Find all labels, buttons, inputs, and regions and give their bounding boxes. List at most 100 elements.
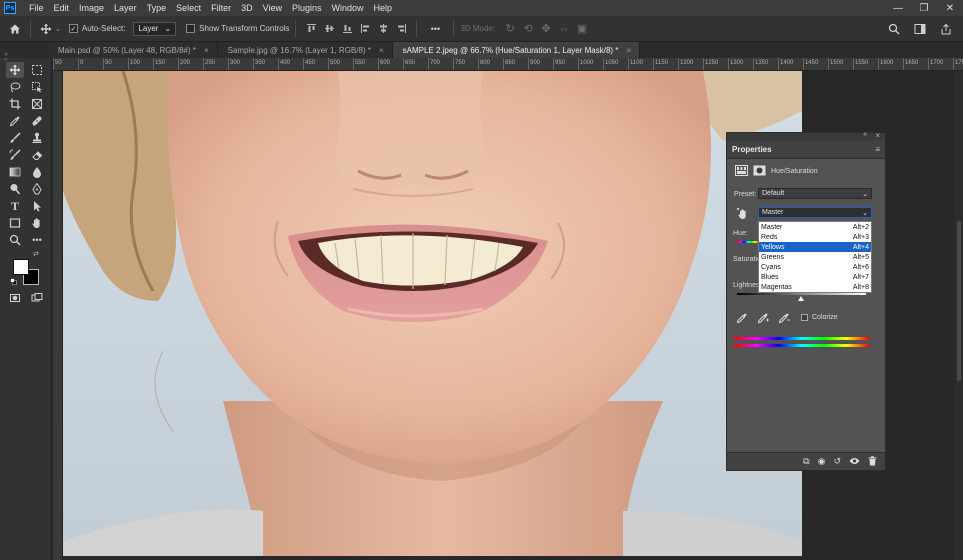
visibility-eye-icon[interactable] [849, 457, 860, 467]
auto-select-dropdown[interactable]: Layer ⌄ [133, 21, 177, 36]
rectangle-tool-icon[interactable] [6, 215, 24, 231]
auto-select-checkbox[interactable]: ✓ Auto-Select: [68, 24, 125, 33]
frame-tool-icon[interactable] [28, 96, 46, 112]
dodge-tool-icon[interactable] [6, 181, 24, 197]
document-image[interactable] [63, 71, 802, 556]
default-colors-icon[interactable] [10, 277, 17, 285]
channel-option-cyans[interactable]: Cyans Alt+6 [759, 262, 871, 272]
edit-toolbar-icon[interactable]: ••• [28, 232, 46, 248]
more-options-icon[interactable]: ••• [423, 20, 447, 38]
panel-menu-icon[interactable]: ≡ [875, 145, 880, 154]
clip-to-layer-icon[interactable]: ⧉ [803, 456, 809, 467]
lightness-slider-track[interactable] [737, 293, 866, 295]
lightness-slider-handle[interactable] [798, 296, 804, 301]
object-selection-tool-icon[interactable] [28, 79, 46, 95]
screen-mode-icon[interactable] [28, 290, 46, 306]
chevron-down-icon: ⌄ [862, 190, 868, 198]
preset-dropdown[interactable]: Default ⌄ [758, 188, 872, 199]
tab-main-psd[interactable]: Main.psd @ 50% (Layer 48, RGB/8#) * × [48, 42, 218, 58]
eyedropper-plus-icon[interactable] [757, 312, 769, 326]
reset-adjustment-icon[interactable]: ↺ [833, 456, 841, 467]
menu-file[interactable]: File [24, 0, 49, 16]
preset-label: Preset: [734, 191, 757, 198]
show-transform-checkbox[interactable]: Show Transform Controls [186, 24, 289, 33]
align-right-icon[interactable] [392, 20, 410, 38]
workspace-icon[interactable] [911, 20, 929, 38]
close-window-button[interactable]: ✕ [937, 0, 963, 16]
channel-option-blues[interactable]: Blues Alt+7 [759, 272, 871, 282]
marquee-tool-icon[interactable] [28, 62, 46, 78]
restore-button[interactable]: ❐ [911, 0, 937, 16]
eyedropper-minus-icon[interactable] [778, 312, 790, 326]
type-tool-icon[interactable]: T [6, 198, 24, 214]
menu-image[interactable]: Image [74, 0, 109, 16]
menu-window[interactable]: Window [327, 0, 369, 16]
vertical-scrollbar[interactable] [955, 71, 963, 560]
tools-panel: » T ••• ⇄ [0, 57, 52, 560]
healing-brush-tool-icon[interactable] [28, 113, 46, 129]
channel-option-yellows[interactable]: Yellows Alt+4 [759, 242, 871, 252]
menu-type[interactable]: Type [142, 0, 172, 16]
close-icon[interactable]: × [204, 46, 209, 55]
menu-filter[interactable]: Filter [206, 0, 236, 16]
move-tool-icon[interactable] [37, 20, 55, 38]
align-vertical-center-icon[interactable] [320, 20, 338, 38]
channel-option-master[interactable]: Master Alt+2 [759, 222, 871, 232]
hand-tool-icon[interactable] [28, 215, 46, 231]
chevron-down-icon: ⌄ [164, 24, 172, 33]
quick-mask-icon[interactable] [6, 290, 24, 306]
ruler-tick [853, 58, 854, 70]
close-icon[interactable]: × [626, 46, 631, 55]
channel-option-reds[interactable]: Reds Alt+3 [759, 232, 871, 242]
align-horizontal-center-icon[interactable] [374, 20, 392, 38]
clone-stamp-tool-icon[interactable] [28, 130, 46, 146]
collapse-panel-icon[interactable]: « [863, 131, 867, 138]
blur-tool-icon[interactable] [28, 164, 46, 180]
history-brush-tool-icon[interactable] [6, 147, 24, 163]
menu-layer[interactable]: Layer [109, 0, 142, 16]
lasso-tool-icon[interactable] [6, 79, 24, 95]
targeted-adjustment-hand-icon[interactable] [736, 207, 749, 220]
brush-tool-icon[interactable] [6, 130, 24, 146]
eraser-tool-icon[interactable] [28, 147, 46, 163]
tab-sample-jpg[interactable]: Sample.jpg @ 16.7% (Layer 1, RGB/8) * × [217, 42, 393, 58]
ruler-tick [403, 58, 404, 70]
menu-edit[interactable]: Edit [49, 0, 75, 16]
eyedropper-tool-icon[interactable] [6, 113, 24, 129]
close-panel-icon[interactable]: × [875, 131, 880, 140]
minimize-button[interactable]: — [885, 0, 911, 16]
menu-view[interactable]: View [258, 0, 287, 16]
3d-pan-icon: ✥ [541, 23, 551, 35]
path-selection-tool-icon[interactable] [28, 198, 46, 214]
channel-option-magentas[interactable]: Magentas Alt+8 [759, 282, 871, 292]
menu-help[interactable]: Help [369, 0, 398, 16]
home-icon[interactable] [6, 20, 24, 38]
pen-tool-icon[interactable] [28, 181, 46, 197]
align-bottom-icon[interactable] [338, 20, 356, 38]
menu-3d[interactable]: 3D [236, 0, 258, 16]
channel-dropdown[interactable]: Master ⌄ [758, 207, 872, 218]
view-previous-state-icon[interactable]: ◉ [818, 456, 826, 467]
share-icon[interactable] [937, 20, 955, 38]
channel-option-greens[interactable]: Greens Alt+5 [759, 252, 871, 262]
swap-colors-icon[interactable]: ⇄ [33, 250, 39, 258]
move-tool-icon[interactable] [6, 62, 24, 78]
scrollbar-thumb[interactable] [957, 221, 961, 381]
trash-icon[interactable] [868, 455, 877, 468]
ruler-tick [78, 58, 79, 70]
align-left-icon[interactable] [356, 20, 374, 38]
align-top-icon[interactable] [302, 20, 320, 38]
menu-plugins[interactable]: Plugins [287, 0, 327, 16]
layer-mask-icon[interactable] [753, 165, 766, 176]
foreground-color-swatch[interactable] [13, 259, 29, 275]
menu-select[interactable]: Select [171, 0, 206, 16]
colorize-checkbox[interactable]: Colorize [801, 314, 838, 321]
chevron-down-icon[interactable]: ⌄ [55, 25, 61, 33]
gradient-tool-icon[interactable] [6, 164, 24, 180]
close-icon[interactable]: × [379, 46, 384, 55]
zoom-tool-icon[interactable] [6, 232, 24, 248]
tab-sample-2-jpeg[interactable]: sAMPLE 2.jpeg @ 66.7% (Hue/Saturation 1,… [392, 42, 641, 58]
eyedropper-icon[interactable] [736, 312, 748, 326]
crop-tool-icon[interactable] [6, 96, 24, 112]
search-icon[interactable] [885, 20, 903, 38]
